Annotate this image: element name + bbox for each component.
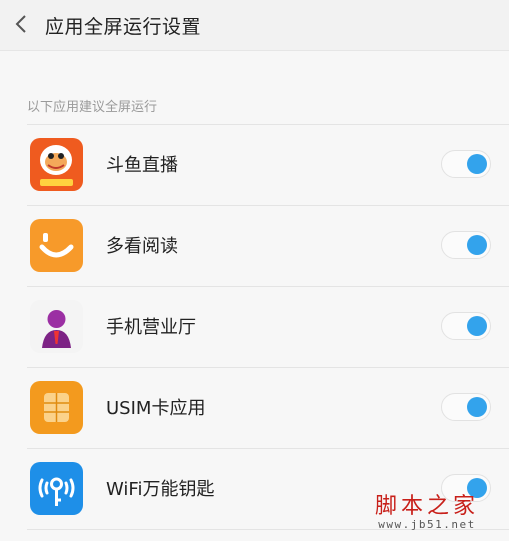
toggle-knob	[467, 235, 487, 255]
duokan-app-icon	[30, 219, 83, 272]
app-list: 斗鱼直播 多看阅读 手机营业厅 USIM卡应用 WiFi万能钥匙	[27, 124, 509, 530]
wifi-key-app-icon	[30, 462, 83, 515]
top-bar: 应用全屏运行设置	[0, 0, 509, 51]
app-name: 斗鱼直播	[106, 155, 178, 176]
chevron-left-icon	[15, 15, 26, 33]
watermark: 脚本之家 www.jb51.net	[375, 488, 479, 531]
usim-app-icon	[30, 381, 83, 434]
app-name: 手机营业厅	[106, 317, 196, 338]
list-item: 多看阅读	[27, 206, 509, 287]
fullscreen-toggle[interactable]	[441, 312, 491, 340]
fullscreen-toggle[interactable]	[441, 231, 491, 259]
douyu-app-icon	[30, 138, 83, 191]
app-name: WiFi万能钥匙	[106, 479, 215, 500]
back-button[interactable]	[8, 11, 34, 37]
toggle-knob	[467, 397, 487, 417]
toggle-knob	[467, 154, 487, 174]
toggle-knob	[467, 316, 487, 336]
list-item: USIM卡应用	[27, 368, 509, 449]
watermark-url: www.jb51.net	[378, 518, 476, 531]
list-item: 手机营业厅	[27, 287, 509, 368]
section-label: 以下应用建议全屏运行	[27, 100, 158, 115]
watermark-text: 脚本之家	[375, 494, 480, 519]
page-title: 应用全屏运行设置	[45, 16, 202, 38]
app-name: USIM卡应用	[106, 398, 206, 419]
mobile-hall-app-icon	[30, 300, 83, 353]
app-name: 多看阅读	[106, 236, 178, 257]
list-item: 斗鱼直播	[27, 125, 509, 206]
fullscreen-toggle[interactable]	[441, 393, 491, 421]
fullscreen-toggle[interactable]	[441, 150, 491, 178]
